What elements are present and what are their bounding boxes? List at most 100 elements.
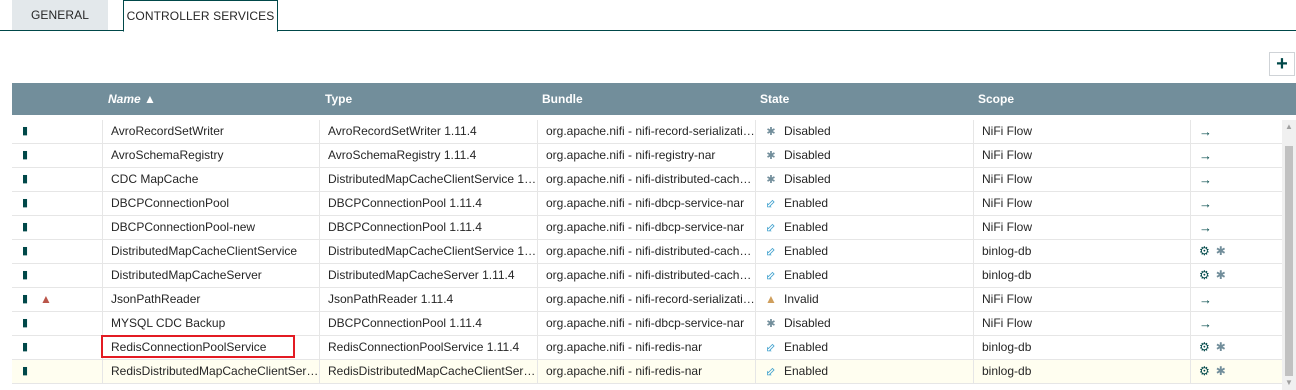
gear-icon[interactable]: ⚙ <box>1199 264 1210 287</box>
cell-bundle: org.apache.nifi - nifi-record-serializat… <box>537 288 755 312</box>
go-to-arrow-icon[interactable]: → <box>1199 216 1212 239</box>
cell-state: ✱ Disabled <box>755 312 973 336</box>
column-header-bundle[interactable]: Bundle <box>542 83 583 115</box>
table-row[interactable]: ▮ RedisConnectionPoolService RedisConnec… <box>12 335 1282 360</box>
state-label: Disabled <box>784 172 831 186</box>
row-icons: ▮ <box>12 360 102 384</box>
scroll-up-arrow-icon[interactable]: ▲ <box>1282 120 1296 134</box>
gear-icon[interactable]: ⚙ <box>1199 240 1210 263</box>
column-header-scope[interactable]: Scope <box>978 83 1014 115</box>
document-icon[interactable]: ▮ <box>22 192 28 215</box>
go-to-arrow-icon[interactable]: → <box>1199 120 1212 143</box>
row-icons: ▮ <box>12 192 102 216</box>
cell-state: ⬃ Enabled <box>755 240 973 264</box>
document-icon[interactable]: ▮ <box>22 360 28 383</box>
cell-state: ⬃ Enabled <box>755 192 973 216</box>
state-label: Enabled <box>784 196 829 210</box>
cell-actions: → <box>1190 288 1282 312</box>
document-icon[interactable]: ▮ <box>22 288 28 311</box>
invalid-warning-icon: ▲ <box>765 292 777 306</box>
go-to-arrow-icon[interactable]: → <box>1199 288 1212 311</box>
cell-state: ▲ Invalid <box>755 288 973 312</box>
cell-actions: ⚙ ✱ <box>1190 336 1282 360</box>
cell-type: AvroRecordSetWriter 1.11.4 <box>319 120 537 144</box>
cell-state: ⬃ Enabled <box>755 336 973 360</box>
document-icon[interactable]: ▮ <box>22 144 28 167</box>
cell-scope: binlog-db <box>973 240 1190 264</box>
cell-name: DistributedMapCacheServer <box>102 264 319 288</box>
row-icons: ▮ <box>12 120 102 144</box>
state-label: Disabled <box>784 316 831 330</box>
tab-controller-services[interactable]: CONTROLLER SERVICES <box>123 0 278 32</box>
go-to-arrow-icon[interactable]: → <box>1199 144 1212 167</box>
cell-actions: → <box>1190 192 1282 216</box>
disable-icon[interactable]: ✱ <box>1216 264 1226 287</box>
document-icon[interactable]: ▮ <box>22 312 28 335</box>
cell-type: DistributedMapCacheClientService 1… <box>319 168 537 192</box>
cell-actions: → <box>1190 144 1282 168</box>
tab-bar: GENERAL CONTROLLER SERVICES <box>0 0 1296 32</box>
table-row[interactable]: ▮ RedisDistributedMapCacheClientSer… Red… <box>12 360 1282 384</box>
cell-type: DistributedMapCacheClientService 1… <box>319 240 537 264</box>
go-to-arrow-icon[interactable]: → <box>1199 192 1212 215</box>
cell-state: ✱ Disabled <box>755 168 973 192</box>
table-row[interactable]: ▮ CDC MapCache DistributedMapCacheClient… <box>12 168 1282 192</box>
column-header-type[interactable]: Type <box>325 83 352 115</box>
enabled-bolt-icon: ⬃ <box>765 340 777 354</box>
row-icons: ▮ <box>12 336 102 360</box>
gear-icon[interactable]: ⚙ <box>1199 360 1210 383</box>
vertical-scrollbar[interactable]: ▲ ▼ <box>1282 120 1296 390</box>
row-icons: ▮ ▲ <box>12 288 102 312</box>
go-to-arrow-icon[interactable]: → <box>1199 168 1212 191</box>
table-row[interactable]: ▮ ▲ JsonPathReader JsonPathReader 1.11.4 … <box>12 288 1282 312</box>
table-row[interactable]: ▮ DBCPConnectionPool-new DBCPConnectionP… <box>12 216 1282 240</box>
document-icon[interactable]: ▮ <box>22 240 28 263</box>
scroll-thumb[interactable] <box>1285 146 1293 376</box>
column-header-name[interactable]: Name ▲ <box>108 83 156 115</box>
cell-actions: → <box>1190 168 1282 192</box>
document-icon[interactable]: ▮ <box>22 216 28 239</box>
table-row[interactable]: ▮ AvroRecordSetWriter AvroRecordSetWrite… <box>12 120 1282 144</box>
cell-bundle: org.apache.nifi - nifi-dbcp-service-nar <box>537 216 755 240</box>
document-icon[interactable]: ▮ <box>22 336 28 359</box>
document-icon[interactable]: ▮ <box>22 168 28 191</box>
state-label: Disabled <box>784 148 831 162</box>
cell-scope: NiFi Flow <box>973 216 1190 240</box>
tab-general[interactable]: GENERAL <box>12 0 108 30</box>
cell-bundle: org.apache.nifi - nifi-redis-nar <box>537 360 755 384</box>
cell-type: JsonPathReader 1.11.4 <box>319 288 537 312</box>
scroll-down-arrow-icon[interactable]: ▼ <box>1282 376 1296 390</box>
document-icon[interactable]: ▮ <box>22 264 28 287</box>
row-icons: ▮ <box>12 312 102 336</box>
state-label: Enabled <box>784 268 829 282</box>
cell-state: ⬃ Enabled <box>755 216 973 240</box>
column-header-state[interactable]: State <box>760 83 789 115</box>
table-row[interactable]: ▮ DistributedMapCacheClientService Distr… <box>12 240 1282 264</box>
state-label: Enabled <box>784 364 829 378</box>
document-icon[interactable]: ▮ <box>22 120 28 143</box>
cell-type: DBCPConnectionPool 1.11.4 <box>319 216 537 240</box>
enabled-bolt-icon: ⬃ <box>765 268 777 282</box>
cell-type: AvroSchemaRegistry 1.11.4 <box>319 144 537 168</box>
cell-bundle: org.apache.nifi - nifi-redis-nar <box>537 336 755 360</box>
state-label: Disabled <box>784 124 831 138</box>
go-to-arrow-icon[interactable]: → <box>1199 312 1212 335</box>
cell-scope: binlog-db <box>973 264 1190 288</box>
warning-icon[interactable]: ▲ <box>40 288 52 311</box>
cell-actions: ⚙ ✱ <box>1190 360 1282 384</box>
enabled-bolt-icon: ⬃ <box>765 244 777 258</box>
disable-icon[interactable]: ✱ <box>1216 240 1226 263</box>
row-icons: ▮ <box>12 264 102 288</box>
cell-bundle: org.apache.nifi - nifi-distributed-cach… <box>537 168 755 192</box>
table-row[interactable]: ▮ DistributedMapCacheServer DistributedM… <box>12 264 1282 288</box>
table-row[interactable]: ▮ DBCPConnectionPool DBCPConnectionPool … <box>12 192 1282 216</box>
row-icons: ▮ <box>12 216 102 240</box>
table-body: ▮ AvroRecordSetWriter AvroRecordSetWrite… <box>12 120 1296 390</box>
disable-icon[interactable]: ✱ <box>1216 360 1226 383</box>
add-controller-service-button[interactable]: + <box>1269 52 1295 76</box>
table-row[interactable]: ▮ MYSQL CDC Backup DBCPConnectionPool 1.… <box>12 312 1282 336</box>
row-icons: ▮ <box>12 168 102 192</box>
disable-icon[interactable]: ✱ <box>1216 336 1226 359</box>
table-row[interactable]: ▮ AvroSchemaRegistry AvroSchemaRegistry … <box>12 144 1282 168</box>
gear-icon[interactable]: ⚙ <box>1199 336 1210 359</box>
